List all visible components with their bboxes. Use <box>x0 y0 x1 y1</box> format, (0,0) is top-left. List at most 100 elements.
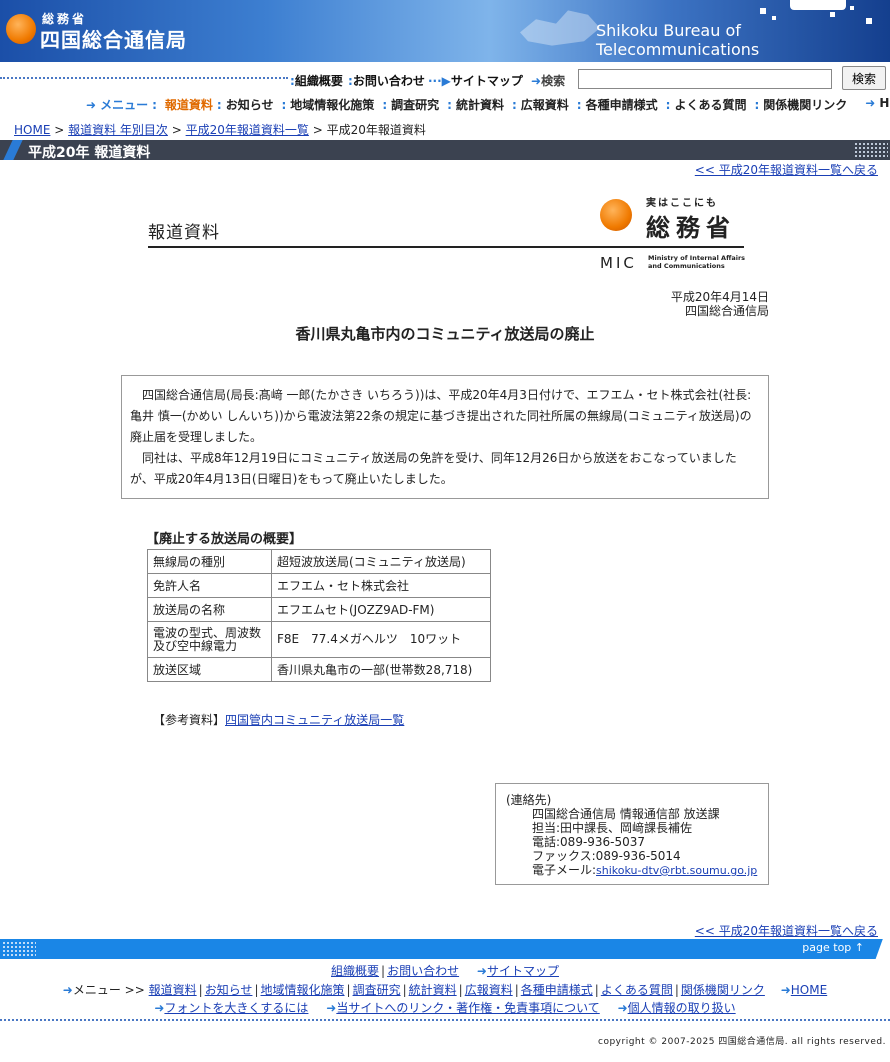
header-banner: 総務省 四国総合通信局 Shikoku Bureau of Telecommun… <box>0 0 890 62</box>
table-row: 放送区域 香川県丸亀市の一部(世帯数28,718) <box>147 657 491 682</box>
mic-ministry-name: 総務省 <box>646 214 736 242</box>
dotted-divider <box>0 77 288 79</box>
press-headline: 香川県丸亀市内のコミュニティ放送局の廃止 <box>295 325 595 343</box>
main-nav: ➜ メニュー: 報道資料 : お知らせ : 地域情報化施策 : 調査研究 : 統計資料 :… <box>86 96 890 114</box>
contact-heading: (連絡先) <box>506 793 552 807</box>
footer-nav-publicity[interactable]: 広報資料 <box>465 983 513 997</box>
nav-item-links[interactable]: : 関係機関リンク <box>754 96 851 114</box>
lead-paragraph-2: 同社は、平成8年12月19日にコミュニティ放送局の免許を受け、同年12月26日か… <box>130 451 737 486</box>
back-to-list-link-top[interactable]: << 平成20年報道資料一覧へ戻る <box>695 161 878 178</box>
breadcrumb-year-index[interactable]: 報道資料 年別目次 <box>68 123 168 137</box>
release-date-block: 平成20年4月14日 四国総合通信局 <box>671 290 769 318</box>
header-top-tab[interactable] <box>790 0 846 10</box>
table-row: 放送局の名称 エフエムセト(JOZZ9AD-FM) <box>147 597 491 622</box>
contact-dept: 四国総合通信局 情報通信部 放送課 <box>532 807 720 821</box>
contact-person: 担当:田中課長、岡﨑課長補佐 <box>532 821 693 835</box>
footer-nav-home[interactable]: HOME <box>791 983 827 997</box>
table-row: 電波の型式、周波数及び空中線電力 F8E 77.4メガヘルツ 10ワット <box>147 621 491 658</box>
footer-row-3: ➜フォントを大きくするには ➜当サイトへのリンク・著作権・免責事項について ➜個… <box>0 999 890 1016</box>
lead-text-box: 四国総合通信局(局長:髙﨑 一郎(たかさき いちろう))は、平成20年4月3日付… <box>121 375 769 499</box>
nav-item-faq[interactable]: : よくある質問 <box>666 96 751 114</box>
overview-heading: 【廃止する放送局の概要】 <box>146 532 303 547</box>
arrow-right-icon: ➜ <box>154 1001 165 1015</box>
footer-copyright-link[interactable]: 当サイトへのリンク・著作権・免責事項について <box>336 1001 599 1015</box>
footer-nav-faq[interactable]: よくある質問 <box>601 983 673 997</box>
arrow-right-icon: ➜ <box>86 98 97 112</box>
footer-about-link[interactable]: 組織概要 <box>331 964 379 978</box>
table-row: 免許人名 エフエム・セト株式会社 <box>147 573 491 598</box>
util-sitemap-link[interactable]: ···▶サイトマップ <box>428 72 523 89</box>
page-title: 平成20年 報道資料 <box>28 145 151 161</box>
arrow-right-icon: ➜ <box>326 1001 337 1015</box>
footer-dotted-divider <box>0 1019 890 1021</box>
util-contact-link[interactable]: :お問い合わせ <box>348 72 425 89</box>
breadcrumb: HOME > 報道資料 年別目次 > 平成20年報道資料一覧 > 平成20年報道… <box>14 123 426 137</box>
breadcrumb-home[interactable]: HOME <box>14 123 50 137</box>
footer-bar: page top ↑ <box>0 939 890 959</box>
footer-privacy-link[interactable]: 個人情報の取り扱い <box>628 1001 736 1015</box>
nav-item-forms[interactable]: : 各種申請様式 <box>577 96 662 114</box>
footer-nav-forms[interactable]: 各種申請様式 <box>521 983 593 997</box>
footer-nav-regional[interactable]: 地域情報化施策 <box>261 983 345 997</box>
arrow-right-icon: ➜ <box>476 964 487 978</box>
bureau-name-jp[interactable]: 四国総合通信局 <box>40 24 187 53</box>
mic-abbreviation: MIC <box>600 254 637 272</box>
contact-email-line: 電子メール:shikoku-dtv@rbt.soumu.go.jp <box>532 863 758 877</box>
arrow-right-icon: ➜ <box>780 983 791 997</box>
page-title-bar: 平成20年 報道資料 <box>0 140 890 161</box>
footer-menu-label: メニュー >> <box>72 983 145 997</box>
search-label: ➜検索 <box>531 74 566 88</box>
ministry-logo-icon[interactable] <box>6 14 36 44</box>
overview-table: 無線局の種別 超短波放送局(コミュニティ放送局) 免許人名 エフエム・セト株式会社 … <box>147 549 491 682</box>
nav-item-statistics[interactable]: : 統計資料 <box>447 96 508 114</box>
contact-email-link[interactable]: shikoku-dtv@rbt.soumu.go.jp <box>596 864 757 877</box>
reference-line: 【参考資料】四国管内コミュニティ放送局一覧 <box>153 713 405 727</box>
contact-box: (連絡先) 四国総合通信局 情報通信部 放送課 担当:田中課長、岡﨑課長補佐 電… <box>495 783 769 885</box>
contact-fax: ファックス:089-936-5014 <box>532 849 681 863</box>
nav-item-publicity[interactable]: : 広報資料 <box>512 96 573 114</box>
lead-paragraph-1: 四国総合通信局(局長:髙﨑 一郎(たかさき いちろう))は、平成20年4月3日付… <box>130 388 752 444</box>
util-about-link[interactable]: :組織概要 <box>290 72 343 89</box>
breadcrumb-list[interactable]: 平成20年報道資料一覧 <box>186 123 309 137</box>
release-issuer: 四国総合通信局 <box>684 304 769 318</box>
report-header-rule <box>148 246 744 248</box>
title-slash-decoration <box>3 140 23 160</box>
arrow-right-icon: ➜ <box>617 1001 628 1015</box>
mic-logo-icon <box>600 199 632 231</box>
mic-english-name: Ministry of Internal Affairs and Communi… <box>648 254 746 270</box>
bureau-name-en: Shikoku Bureau of Telecommunications <box>596 21 760 59</box>
footer-row-2: ➜メニュー >> 報道資料 | お知らせ | 地域情報化施策 | 調査研究 | 統計資料 | 広報資… <box>62 983 828 997</box>
footer-nav-news[interactable]: お知らせ <box>205 983 253 997</box>
copyright: copyright © 2007-2025 四国総合通信局. all right… <box>598 1037 886 1047</box>
nav-item-regional[interactable]: : 地域情報化施策 <box>281 96 378 114</box>
search-button[interactable]: 検索 <box>842 66 886 90</box>
footer-nav-statistics[interactable]: 統計資料 <box>409 983 457 997</box>
search-input[interactable] <box>578 69 832 89</box>
breadcrumb-current: 平成20年報道資料 <box>326 123 426 137</box>
shikoku-island-graphic <box>520 10 600 46</box>
arrow-right-icon: ➜ <box>531 74 542 88</box>
release-date: 平成20年4月14日 <box>670 290 769 304</box>
page-top-link[interactable]: page top ↑ <box>802 941 864 954</box>
nav-item-news[interactable]: : お知らせ <box>217 96 278 114</box>
nav-item-research[interactable]: : 調査研究 <box>382 96 443 114</box>
arrow-right-icon: ➜ <box>865 96 876 110</box>
footer-nav-links[interactable]: 関係機関リンク <box>681 983 765 997</box>
footer-row-1: 組織概要 | お問い合わせ ➜サイトマップ <box>331 964 559 978</box>
contact-tel: 電話:089-936-5037 <box>532 835 646 849</box>
table-row: 無線局の種別 超短波放送局(コミュニティ放送局) <box>147 549 491 574</box>
footer-sitemap-link[interactable]: サイトマップ <box>487 964 559 978</box>
mic-tagline: 実はここにも <box>646 198 718 209</box>
footer-dots-decoration <box>2 941 36 957</box>
nav-item-home[interactable]: ➜HOME <box>865 96 890 114</box>
nav-menu-label: ➜ メニュー: <box>86 98 157 112</box>
nav-item-press[interactable]: 報道資料 <box>165 96 213 114</box>
reference-link[interactable]: 四国管内コミュニティ放送局一覧 <box>225 713 404 727</box>
footer-contact-link[interactable]: お問い合わせ <box>387 964 459 978</box>
footer-font-size-link[interactable]: フォントを大きくするには <box>164 1001 308 1015</box>
back-to-list-link-bottom[interactable]: << 平成20年報道資料一覧へ戻る <box>695 922 878 939</box>
arrow-right-icon: ➜ <box>62 983 73 997</box>
title-dots-decoration <box>854 142 888 158</box>
footer-nav-press[interactable]: 報道資料 <box>149 983 197 997</box>
footer-nav-research[interactable]: 調査研究 <box>353 983 401 997</box>
